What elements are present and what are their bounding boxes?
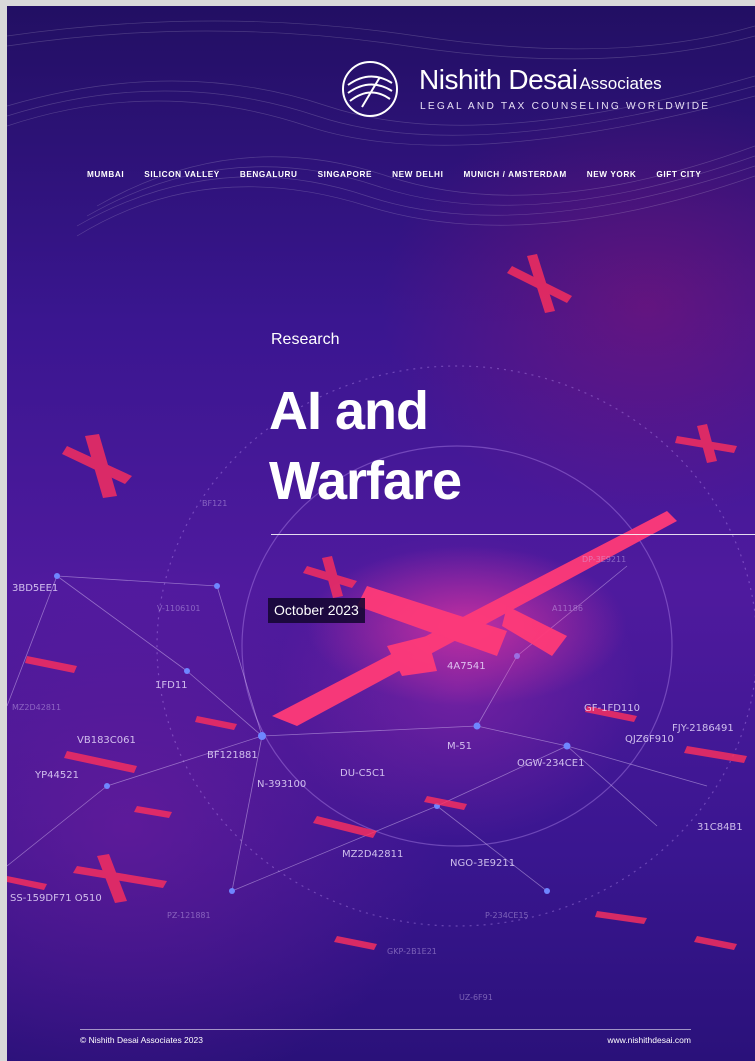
office-cities: MUMBAI SILICON VALLEY BENGALURU SINGAPOR… <box>87 170 707 179</box>
map-label: NGO-3E9211 <box>450 858 515 869</box>
footer-website-link[interactable]: www.nishithdesai.com <box>607 1035 691 1045</box>
report-title-line1: AI and <box>269 381 429 441</box>
map-label: UZ-6F91 <box>459 993 493 1002</box>
city-item: MUMBAI <box>87 170 125 179</box>
map-label: FJY-2186491 <box>672 723 734 734</box>
footer-copyright: © Nishith Desai Associates 2023 <box>80 1035 203 1045</box>
brand-tagline: LEGAL AND TAX COUNSELING WORLDWIDE <box>420 101 711 112</box>
city-item: NEW YORK <box>586 170 637 179</box>
map-label: P-234CE15 <box>485 911 529 920</box>
map-label: A11186 <box>552 604 583 613</box>
map-label: BF121 <box>202 499 227 508</box>
map-label: BF121881 <box>207 750 258 761</box>
title-divider <box>271 534 755 535</box>
category-label: Research <box>271 331 340 348</box>
city-item: MUNICH / AMSTERDAM <box>463 170 567 179</box>
report-title-line2: Warfare <box>269 451 462 511</box>
map-label: YP44521 <box>34 770 79 781</box>
map-label: MZ2D42811 <box>12 703 61 712</box>
map-label: M-51 <box>447 741 472 752</box>
map-label: VB183C061 <box>77 735 136 746</box>
nishith-desai-logo <box>342 61 398 117</box>
city-item: SILICON VALLEY <box>144 170 220 179</box>
city-item: NEW DELHI <box>392 170 444 179</box>
brand-name-main: Nishith Desai <box>419 64 578 95</box>
map-label: QJZ6F910 <box>625 734 674 745</box>
map-label: V-1106101 <box>157 604 201 613</box>
footer-divider <box>80 1029 691 1030</box>
header-contour-lines <box>7 20 755 237</box>
map-label: 31C84B1 <box>697 822 743 833</box>
map-label: 1FD11 <box>155 680 188 691</box>
city-item: SINGAPORE <box>317 170 373 179</box>
report-title: AI and Warfare <box>269 376 689 516</box>
map-label: PZ-121881 <box>167 911 211 920</box>
map-label: MZ2D42811 <box>342 849 403 860</box>
brand-name: Nishith Desai Associates <box>419 64 662 96</box>
map-label: OGW-234CE1 <box>517 758 584 769</box>
map-label: N-393100 <box>257 779 306 790</box>
brand-name-associates: Associates <box>579 74 662 93</box>
map-label: 3BD5EE1 <box>12 583 58 594</box>
map-label: SS-159DF71 O510 <box>10 893 102 904</box>
date-badge: October 2023 <box>268 598 365 623</box>
city-item: BENGALURU <box>239 170 298 179</box>
map-label: GKP-2B1E21 <box>387 947 437 956</box>
report-cover: 3BD5EE1 V-1106101 1FD11 MZ2D42811 VB183C… <box>7 6 755 1061</box>
map-label: DU-C5C1 <box>340 768 385 779</box>
city-item: GIFT CITY <box>656 170 702 179</box>
map-label: GF-1FD110 <box>584 703 640 714</box>
map-label: 4A7541 <box>447 661 486 672</box>
map-label: DP-3E9211 <box>582 555 626 564</box>
